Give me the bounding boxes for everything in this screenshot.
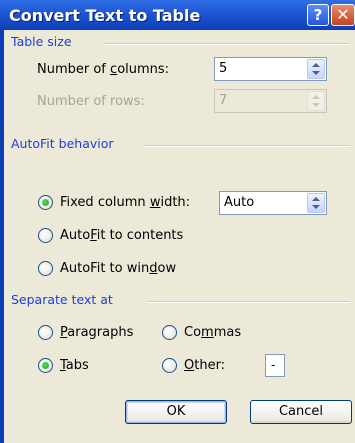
commas-label[interactable]: Commas [184,325,241,340]
autofit-to-contents-label[interactable]: AutoFit to contents [60,228,183,243]
fixed-column-width-value: Auto [224,195,255,210]
autofit-group-label: AutoFit behavior [11,136,114,151]
spinner-arrows-icon[interactable] [307,193,325,213]
number-of-columns-label: Number of columns: [37,62,170,77]
paragraphs-label[interactable]: Paragraphs [60,325,133,340]
autofit-to-window-label[interactable]: AutoFit to window [60,261,176,276]
number-of-columns-spinner[interactable]: 5 [214,57,327,81]
help-button[interactable]: ? [307,4,329,26]
fixed-column-width-label[interactable]: Fixed column width: [60,195,190,210]
fixed-column-width-spinner[interactable]: Auto [219,191,327,215]
tabs-radio[interactable] [38,358,53,373]
dialog-title: Convert Text to Table [9,6,201,25]
tabs-label[interactable]: Tabs [60,358,89,373]
number-of-rows-value: 7 [219,93,228,108]
convert-text-to-table-dialog: Convert Text to Table ? ✕ Table size Num… [0,0,355,443]
help-icon: ? [313,6,323,24]
title-bar[interactable]: Convert Text to Table ? ✕ [0,0,355,30]
window-border-left [0,30,4,443]
paragraphs-radio[interactable] [38,325,53,340]
other-separator-input[interactable]: - [265,354,285,377]
cancel-button[interactable]: Cancel [250,400,352,424]
number-of-rows-spinner: 7 [214,89,327,113]
table-size-group-label: Table size [11,34,72,49]
commas-radio[interactable] [162,325,177,340]
other-label[interactable]: Other: [184,358,225,373]
spinner-arrows-icon [307,91,325,111]
close-button[interactable]: ✕ [331,4,355,26]
fixed-column-width-radio[interactable] [38,195,53,210]
ok-button[interactable]: OK [125,400,227,424]
autofit-to-window-radio[interactable] [38,261,53,276]
spinner-arrows-icon[interactable] [307,59,325,79]
close-icon: ✕ [336,5,350,24]
separate-text-divider [148,301,350,303]
table-size-divider [103,43,350,45]
other-radio[interactable] [162,358,177,373]
number-of-columns-value: 5 [219,61,228,76]
separate-text-group-label: Separate text at [11,292,113,307]
other-separator-value: - [271,357,276,372]
autofit-divider [143,145,350,147]
number-of-rows-label: Number of rows: [37,94,145,109]
autofit-to-contents-radio[interactable] [38,228,53,243]
